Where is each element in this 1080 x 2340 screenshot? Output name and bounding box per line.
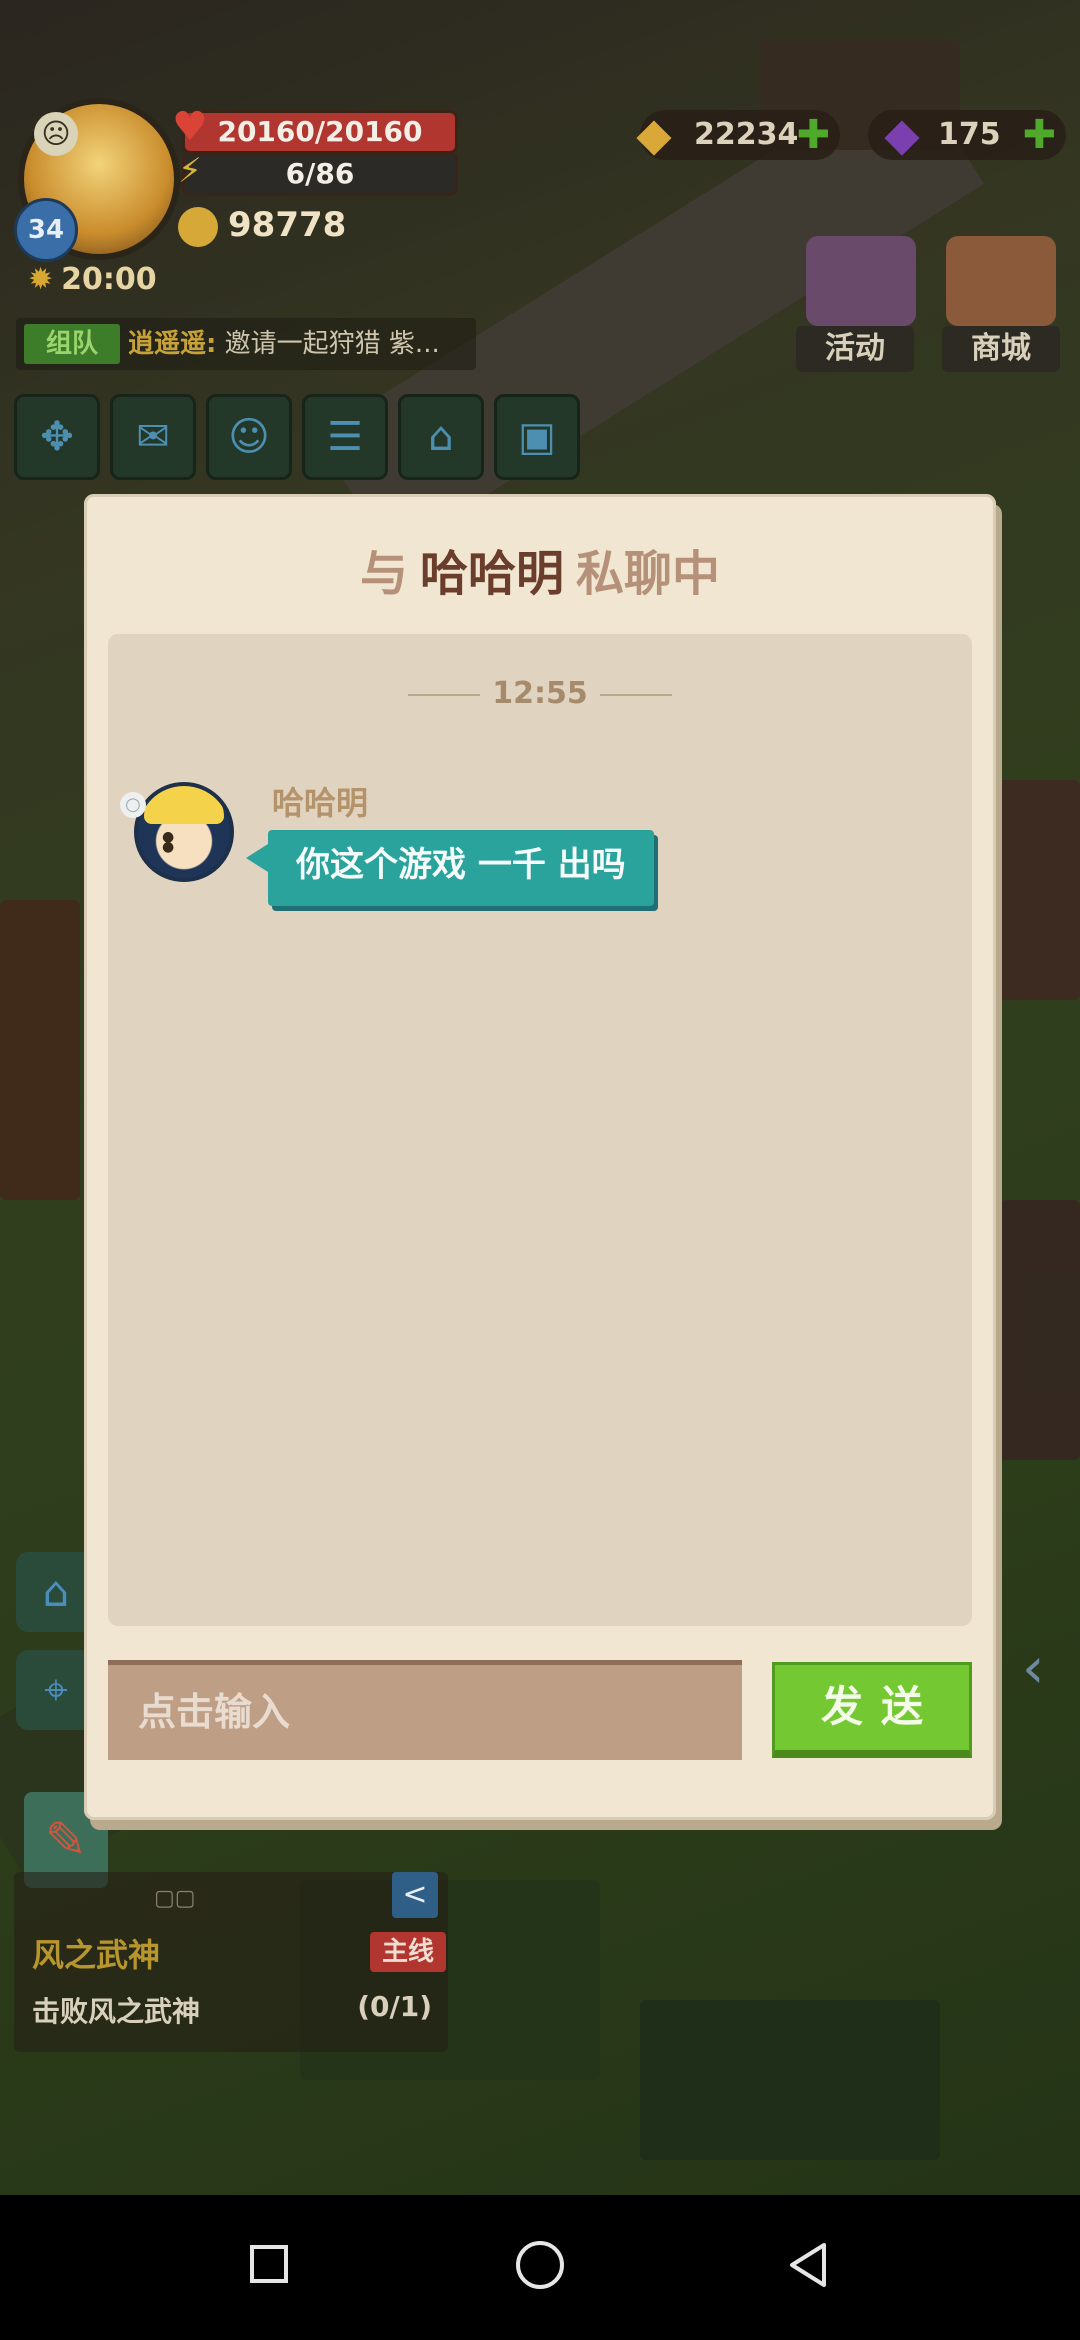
quest-tag: 主线 — [370, 1932, 446, 1972]
store-art — [946, 236, 1056, 326]
timestamp-divider-right — [600, 694, 672, 696]
add-gold-icon[interactable]: ✚ — [796, 110, 830, 160]
friends-icon[interactable]: ☺ — [206, 394, 292, 480]
dialog-title: 与哈哈明 私聊中 — [84, 534, 996, 604]
sender-avatar[interactable]: ● ● — [134, 782, 234, 882]
team-message: 逍遥遥: 邀请一起狩猎 紫... — [128, 318, 440, 370]
private-chat-dialog: 与哈哈明 私聊中 12:55 ● ● ○ 哈哈明 你这个游戏 一千 出吗 点击输入… — [84, 494, 996, 1820]
store-button[interactable]: 商城 — [942, 326, 1060, 372]
gold-value: 22234 — [694, 117, 799, 152]
send-button[interactable]: 发送 — [772, 1662, 972, 1758]
sun-icon: ✹ — [28, 262, 54, 297]
map-icon[interactable]: ⌂ — [398, 394, 484, 480]
chat-partner-name: 哈哈明 — [419, 546, 564, 602]
team-chat-ticker[interactable]: 组队 逍遥遥: 邀请一起狩猎 紫... — [16, 318, 476, 370]
chat-input[interactable]: 点击输入 — [108, 1660, 742, 1760]
title-prefix: 与 — [359, 546, 408, 602]
expand-right-icon[interactable]: ‹ — [1022, 1634, 1074, 1704]
avatar-status-icon: ○ — [120, 792, 146, 818]
add-gem-icon[interactable]: ✚ — [1022, 110, 1056, 160]
quest-collapse-button[interactable]: < — [392, 1872, 438, 1918]
home-button-icon[interactable] — [516, 2241, 564, 2289]
lightning-icon: ⚡ — [178, 151, 202, 191]
hp-bar: 20160/20160 — [182, 110, 458, 154]
team-message-text: 邀请一起狩猎 紫... — [216, 329, 440, 359]
player-level-badge: 34 — [14, 198, 78, 262]
energy-bar: 6/86 — [182, 152, 458, 196]
fullscreen-icon[interactable]: ✥ — [14, 394, 100, 480]
back-icon[interactable] — [784, 2241, 832, 2289]
quest-name: 风之武神 — [32, 1936, 161, 1974]
coin-counter: 98778 — [178, 202, 398, 248]
team-tag: 组队 — [24, 324, 120, 364]
avatar-eyes: ● ● — [162, 829, 187, 855]
message-bubble[interactable]: 你这个游戏 一千 出吗 — [246, 830, 654, 906]
quest-progress: (0/1) — [357, 1990, 432, 2023]
chat-message-area[interactable]: 12:55 ● ● ○ 哈哈明 你这个游戏 一千 出吗 — [108, 634, 972, 1626]
activity-button[interactable]: 活动 — [796, 326, 914, 372]
activity-art — [806, 236, 916, 326]
quest-dots: ▢▢ — [154, 1886, 196, 1911]
mood-icon: ☹ — [34, 112, 78, 156]
gem-counter[interactable]: ◆ 175 ✚ — [868, 107, 1066, 161]
avatar-hair — [144, 786, 224, 824]
task-board-icon[interactable]: ▣ — [494, 394, 580, 480]
title-suffix: 私聊中 — [576, 546, 721, 602]
gem-value: 175 — [938, 117, 1001, 152]
game-clock: ✹ 20:00 — [28, 262, 157, 297]
quest-description: 击败风之武神 — [32, 1995, 201, 2028]
team-sender: 逍遥遥: — [128, 329, 217, 359]
diamond-gold-icon: ◆ — [636, 107, 672, 161]
quest-panel[interactable]: ▢▢ < 风之武神 主线 击败风之武神 (0/1) — [14, 1872, 448, 2052]
coin-icon — [178, 206, 218, 247]
chat-icon[interactable]: ☰ — [302, 394, 388, 480]
purple-gem-icon: ◆ — [884, 107, 920, 161]
system-navigation-bar — [0, 2195, 1080, 2340]
game-clock-value: 20:00 — [61, 262, 157, 297]
chat-timestamp: 12:55 — [492, 676, 588, 711]
heart-icon: ♥ — [172, 104, 208, 150]
mail-icon[interactable]: ✉ — [110, 394, 196, 480]
coin-value: 98778 — [228, 205, 347, 245]
message-sender-name: 哈哈明 — [272, 784, 369, 822]
recent-apps-icon[interactable] — [250, 2245, 288, 2283]
gold-counter[interactable]: ◆ 22234 ✚ — [636, 107, 840, 161]
